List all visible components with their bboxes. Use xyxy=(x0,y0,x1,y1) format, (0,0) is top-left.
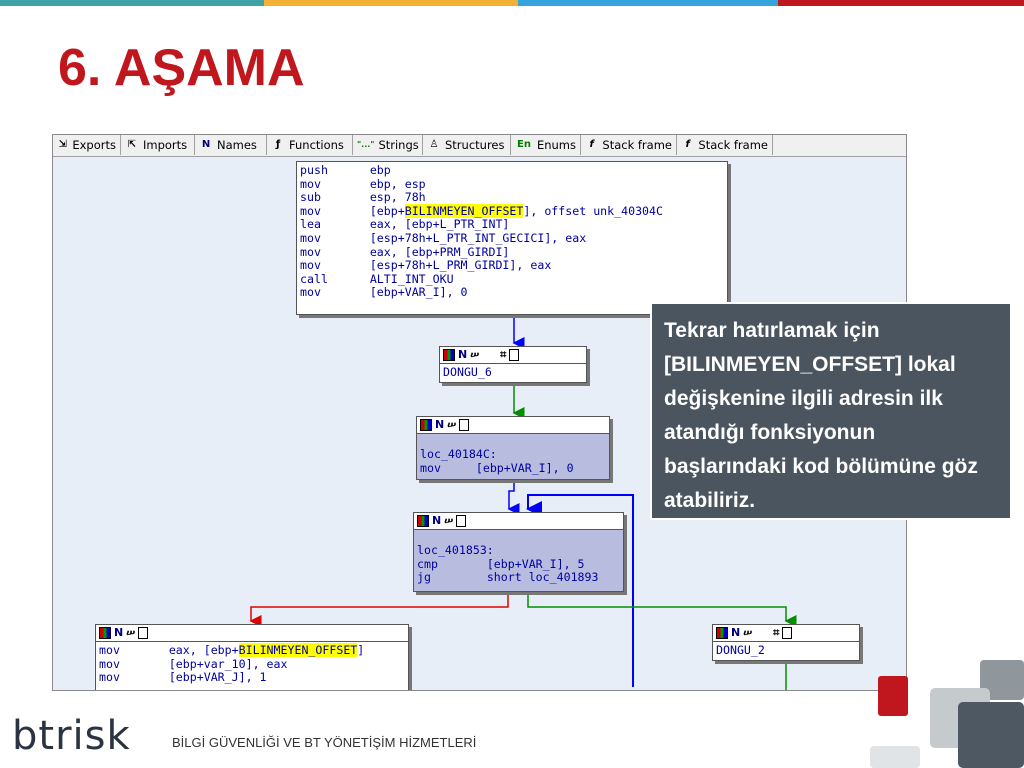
topbar-segment xyxy=(778,0,1024,6)
operand: [ebp+VAR_I], 0 xyxy=(475,460,574,475)
mnemonic: mov xyxy=(300,176,370,191)
edge-loc40184c-to-loc401853 xyxy=(507,479,520,515)
mnemonic: mov xyxy=(420,460,441,475)
node-label: loc_40184C: xyxy=(420,447,497,461)
layout-icon: ⌗ xyxy=(773,626,780,639)
operand: short loc_401893 xyxy=(486,570,599,585)
code-block: loc_40184C: mov [ebp+VAR_I], 0 xyxy=(417,434,609,477)
note-icon xyxy=(782,627,793,639)
mnemonic: jg xyxy=(417,570,487,585)
color-grid-icon xyxy=(99,627,111,639)
node-header: N ሠ xyxy=(96,625,408,642)
operand: ALTI_INT_OKU xyxy=(369,271,454,286)
slide-title: 6. AŞAMA xyxy=(58,39,305,97)
code-block: mov eax, [ebp+BILINMEYEN_OFFSET] mov [eb… xyxy=(96,642,408,687)
node-header: N ሠ ⌗ xyxy=(440,347,586,364)
node-label: DONGU_2 xyxy=(716,643,765,657)
mnemonic: cmp xyxy=(417,556,487,571)
mnemonic: lea xyxy=(300,217,370,232)
operand: [ebp+VAR_J], 1 xyxy=(168,670,267,685)
code-node-prologue[interactable]: push ebp mov ebp, esp sub esp, 78h mov [… xyxy=(296,161,728,315)
mnemonic: mov xyxy=(300,258,370,273)
mnemonic: sub xyxy=(300,190,370,205)
decorative-squares xyxy=(870,660,1024,768)
highlighted-variable: BILINMEYEN_OFFSET xyxy=(238,643,358,657)
operand: eax, [ebp+BILINMEYEN_OFFSET] xyxy=(168,643,365,657)
mnemonic: mov xyxy=(99,670,169,685)
mnemonic: mov xyxy=(99,643,169,657)
mnemonic: call xyxy=(300,271,370,286)
layout-icon: ⌗ xyxy=(500,348,507,361)
code-node-loc40184c[interactable]: N ሠ loc_40184C: mov [ebp+VAR_I], 0 xyxy=(416,416,610,480)
mnemonic: mov xyxy=(300,285,370,300)
color-grid-icon xyxy=(420,419,432,431)
edge-true-right xyxy=(527,591,797,627)
highlighted-variable: BILINMEYEN_OFFSET xyxy=(404,203,524,218)
mnemonic: mov xyxy=(300,244,370,259)
code-block: loc_401853: cmp [ebp+VAR_I], 5 jg short … xyxy=(414,530,623,587)
note-icon xyxy=(456,515,467,527)
node-header: N ሠ ⌗ xyxy=(713,625,859,642)
mnemonic: mov xyxy=(99,656,169,671)
code-node-left[interactable]: N ሠ mov eax, [ebp+BILINMEYEN_OFFSET] mov… xyxy=(95,624,409,690)
operand: esp, 78h xyxy=(369,190,426,205)
explanation-callout: Tekrar hatırlamak için [BILINMEYEN_OFFSE… xyxy=(650,302,1012,520)
name-n-icon: N xyxy=(435,418,445,431)
mnemonic: mov xyxy=(300,230,370,245)
graph-icon: ሠ xyxy=(743,626,753,639)
graph-icon: ሠ xyxy=(470,348,480,361)
btrisk-logo: btrisk xyxy=(12,713,131,759)
name-n-icon: N xyxy=(731,626,741,639)
graph-icon: ሠ xyxy=(444,514,454,527)
node-header: N ሠ xyxy=(414,513,623,530)
operand: eax, [ebp+L_PTR_INT] xyxy=(369,217,510,232)
operand: ebp, esp xyxy=(369,176,426,191)
operand: ebp xyxy=(369,163,391,177)
node-header: N ሠ xyxy=(417,417,609,434)
mnemonic: mov xyxy=(300,203,370,218)
name-n-icon: N xyxy=(114,626,124,639)
note-icon xyxy=(459,419,470,431)
topbar-segment xyxy=(518,0,778,6)
topbar-segment xyxy=(264,0,518,6)
top-color-bar xyxy=(0,0,1024,6)
color-grid-icon xyxy=(417,515,429,527)
color-grid-icon xyxy=(443,349,455,361)
graph-icon: ሠ xyxy=(447,418,457,431)
node-label: loc_401853: xyxy=(417,543,494,557)
note-icon xyxy=(509,349,520,361)
mnemonic: push xyxy=(300,163,370,177)
code-node-loc401853[interactable]: N ሠ loc_401853: cmp [ebp+VAR_I], 5 jg sh… xyxy=(413,512,624,592)
operand: [esp+78h+L_PRM_GIRDI], eax xyxy=(369,258,552,273)
edge-false-left xyxy=(249,591,509,627)
code-block: push ebp mov ebp, esp sub esp, 78h mov [… xyxy=(297,162,727,302)
operand: [esp+78h+L_PTR_INT_GECICI], eax xyxy=(369,230,587,245)
topbar-segment xyxy=(0,0,264,6)
note-icon xyxy=(138,627,149,639)
node-label: DONGU_6 xyxy=(443,365,492,379)
graph-icon: ሠ xyxy=(126,626,136,639)
operand: eax, [ebp+PRM_GIRDI] xyxy=(369,244,510,259)
name-n-icon: N xyxy=(458,348,468,361)
operand: [ebp+VAR_I], 5 xyxy=(486,556,585,571)
operand: [ebp+BILINMEYEN_OFFSET], offset unk_4030… xyxy=(369,203,663,218)
logo-tagline: BİLGİ GÜVENLİĞİ VE BT YÖNETİŞİM HİZMETLE… xyxy=(172,735,477,750)
code-node-dongu6[interactable]: N ሠ ⌗ DONGU_6 xyxy=(439,346,587,383)
operand: [ebp+VAR_I], 0 xyxy=(369,285,468,300)
name-n-icon: N xyxy=(432,514,442,527)
code-node-dongu2[interactable]: N ሠ ⌗ DONGU_2 xyxy=(712,624,860,661)
color-grid-icon xyxy=(716,627,728,639)
operand: [ebp+var_10], eax xyxy=(168,656,288,671)
